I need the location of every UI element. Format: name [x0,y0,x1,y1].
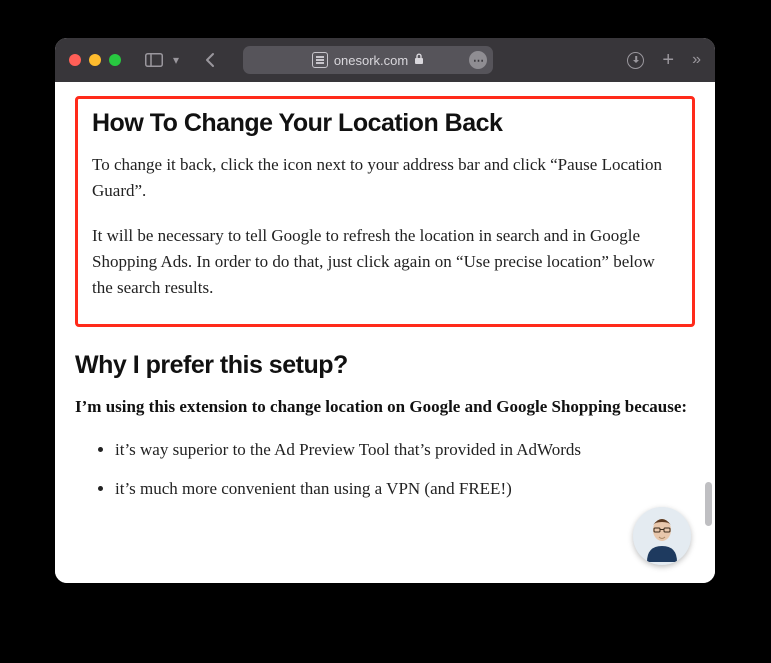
toolbar-right: + » [613,50,701,70]
address-bar-domain: onesork.com [334,53,408,68]
page-content: How To Change Your Location Back To chan… [55,82,715,583]
titlebar: ▾ onesork.com ⋯ + » [55,38,715,82]
sidebar-toggle-group: ▾ [141,46,183,74]
browser-window: ▾ onesork.com ⋯ + » How To Change Your L… [55,38,715,583]
new-tab-button[interactable]: + [662,50,674,70]
maximize-window-button[interactable] [109,54,121,66]
list-item: it’s much more convenient than using a V… [115,475,695,502]
section-intro: I’m using this extension to change locat… [75,394,695,420]
show-tabs-button[interactable]: » [692,51,701,69]
window-controls [69,54,121,66]
lock-icon [414,53,424,68]
close-window-button[interactable] [69,54,81,66]
bullet-list: it’s way superior to the Ad Preview Tool… [75,436,695,502]
highlighted-section: How To Change Your Location Back To chan… [75,96,695,327]
paragraph: To change it back, click the icon next t… [92,152,678,205]
address-bar[interactable]: onesork.com ⋯ [243,46,493,74]
paragraph: It will be necessary to tell Google to r… [92,223,678,302]
list-item: it’s way superior to the Ad Preview Tool… [115,436,695,463]
back-button[interactable] [201,46,221,74]
reader-mode-icon[interactable] [312,52,328,68]
tab-groups-dropdown[interactable]: ▾ [169,46,183,74]
sidebar-toggle-button[interactable] [141,46,167,74]
minimize-window-button[interactable] [89,54,101,66]
downloads-button[interactable] [627,52,644,69]
scrollbar-thumb[interactable] [705,482,712,526]
section-heading: How To Change Your Location Back [92,109,678,138]
page-settings-button[interactable]: ⋯ [469,51,487,69]
section-heading: Why I prefer this setup? [75,351,695,380]
chat-avatar-button[interactable] [633,507,691,565]
